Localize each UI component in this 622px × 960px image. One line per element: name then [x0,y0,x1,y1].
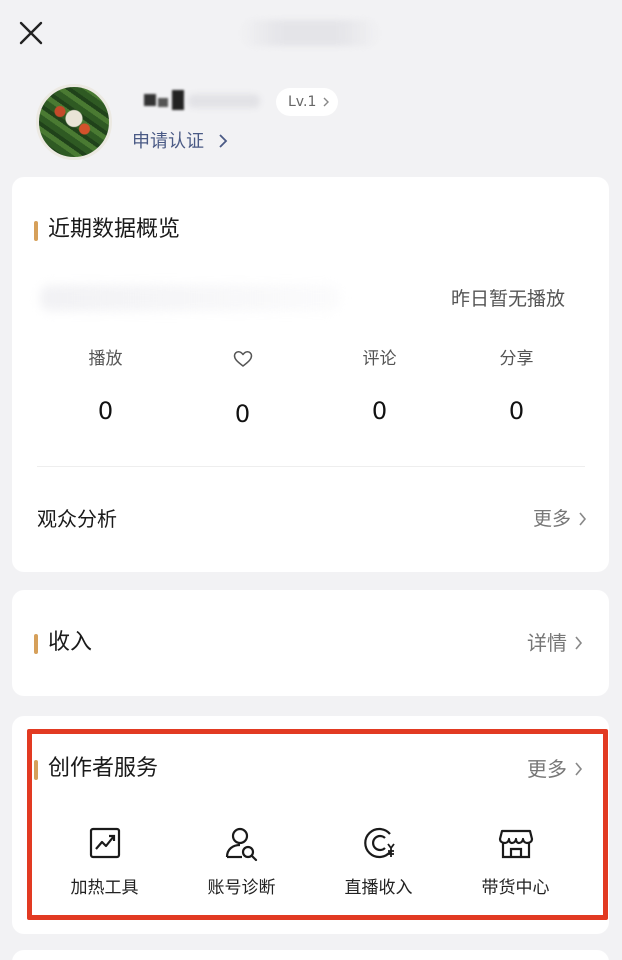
income-card[interactable]: 收入 详情 [12,590,609,696]
next-card-partial [12,950,609,960]
blurred-page-title [240,20,380,46]
avatar[interactable] [36,84,112,160]
blurred-text [40,285,340,311]
stat-value: 0 [508,397,525,425]
stat-label: 播放 [88,349,123,369]
heart-icon [233,351,252,367]
yesterday-note: 昨日暂无播放 [450,288,565,310]
tool-label: 带货中心 [481,878,550,898]
tool-live-income[interactable]: 直播收入 [310,824,447,904]
overview-card: 近期数据概览 昨日暂无播放 播放 0 0 评论 0 分享 0 观众分析 更多 [12,177,609,572]
chevron-right-icon [575,636,583,650]
profile-section: Lv.1 申请认证 [0,66,622,176]
tool-commerce-center[interactable]: 带货中心 [447,824,584,904]
chevron-right-icon [323,97,329,107]
divider [37,466,585,467]
income-detail-link[interactable]: 详情 [527,627,583,659]
services-title: 创作者服务 [33,754,158,784]
services-more-link[interactable]: 更多 [527,753,583,785]
stat-label: 分享 [499,349,534,369]
apply-verification-link[interactable]: 申请认证 [132,130,228,154]
creator-services-card: 创作者服务 更多 加热工具 账号诊断 直播收入 带货中心 [12,716,609,934]
tools-row: 加热工具 账号诊断 直播收入 带货中心 [36,824,586,904]
apply-label: 申请认证 [132,131,204,152]
level-badge[interactable]: Lv.1 [276,88,338,116]
audience-label: 观众分析 [37,507,117,531]
username-blurred [136,88,272,114]
stat-shares[interactable]: 分享 0 [448,347,585,437]
stat-likes[interactable]: 0 [174,347,311,437]
audience-analysis-row[interactable]: 观众分析 更多 [37,503,587,535]
tool-label: 直播收入 [344,878,413,898]
stat-label: 评论 [362,349,397,369]
tool-label: 加热工具 [70,878,139,898]
stat-value: 0 [234,400,251,428]
level-label: Lv.1 [288,94,317,110]
tool-boost[interactable]: 加热工具 [36,824,173,904]
user-search-icon [225,827,257,862]
top-bar [0,0,622,66]
chevron-right-icon [219,134,228,148]
close-button[interactable] [14,16,48,50]
stat-plays[interactable]: 播放 0 [37,347,174,437]
overview-title: 近期数据概览 [33,215,180,245]
live-income-icon [363,827,395,859]
chevron-right-icon [575,762,583,776]
store-icon [498,829,533,859]
audience-more-link[interactable]: 更多 [533,503,587,535]
stat-comments[interactable]: 评论 0 [311,347,448,437]
stat-value: 0 [371,397,388,425]
close-icon [19,21,43,45]
stats-row: 播放 0 0 评论 0 分享 0 [37,347,585,437]
stat-value: 0 [97,397,114,425]
tool-label: 账号诊断 [207,878,276,898]
trend-chart-icon [89,827,120,859]
chevron-right-icon [579,512,587,526]
tool-account-diagnosis[interactable]: 账号诊断 [173,824,310,904]
income-title: 收入 [33,628,92,658]
